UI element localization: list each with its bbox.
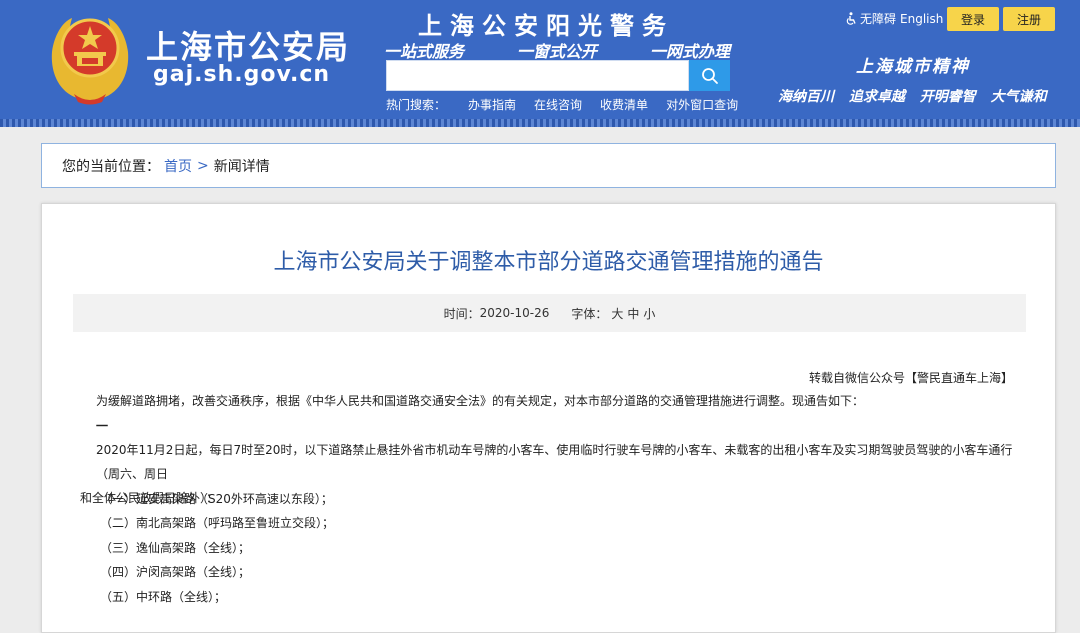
site-header: 上海市公安局 gaj.sh.gov.cn 上海公安阳光警务 一站式服务 一窗式公… [0,0,1080,127]
login-button[interactable]: 登录 [947,7,999,31]
road-item: （一）延安高架路（S20外环高速以东段）； [100,492,333,506]
city-spirit-motto: 海纳百川 追求卓越 开明睿智 大气谦和 [778,86,1057,106]
breadcrumb-separator: > [197,157,209,174]
register-button[interactable]: 注册 [1003,7,1055,31]
road-item: （四）沪闵高架路（全线）； [100,565,251,579]
road-item: （二）南北高架路（呼玛路至鲁班立交段）； [100,516,335,530]
article-title: 上海市公安局关于调整本市部分道路交通管理措施的通告 [273,250,824,275]
article-intro: 为缓解道路拥堵，改善交通秩序，根据《中华人民共和国道路交通安全法》的有关规定，对… [96,394,865,408]
slogan-main: 上海公安阳光警务 [418,11,674,40]
english-link[interactable]: English [900,12,943,26]
motto-item: 海纳百川 [778,89,834,105]
breadcrumb-label: 您的当前位置： [62,158,160,175]
font-size-medium[interactable]: 中 [627,305,639,322]
article-source: 转载自微信公众号【警民直通车上海】 [808,371,1013,385]
motto-item: 大气谦和 [990,89,1047,105]
breadcrumb: 您的当前位置： 首页 > 新闻详情 [41,143,1056,188]
slogan-item: 一窗式公开 [516,42,597,61]
font-size-large[interactable]: 大 [611,305,623,322]
hot-search-bar: 热门搜索： 办事指南 在线咨询 收费清单 对外窗口查询 [386,96,756,113]
motto-item: 追求卓越 [848,89,905,105]
slogan-item: 一网式办理 [649,42,730,61]
search-button[interactable] [689,60,730,91]
site-domain[interactable]: gaj.sh.gov.cn [153,62,330,87]
article-panel: 上海市公安局关于调整本市部分道路交通管理措施的通告 时间： 2020-10-26… [41,203,1056,633]
slogan-sub: 一站式服务 一窗式公开 一网式办理 [384,38,730,62]
breadcrumb-home-link[interactable]: 首页 [164,156,192,176]
hot-link-consult[interactable]: 在线咨询 [534,96,582,113]
article-meta-bar: 时间： 2020-10-26 字体： 大 中 小 [73,294,1026,332]
article-section-marker: 一 [96,419,109,433]
header-tools: 无障碍 English [845,10,955,27]
slogan-item: 一站式服务 [384,42,465,61]
main-line: 2020年11月2日起，每日7时至20时，以下道路禁止悬挂外省市机动车号牌的小客… [96,443,1013,481]
search-icon [701,67,718,84]
road-item: （三）逸仙高架路（全线）； [100,541,251,555]
breadcrumb-current: 新闻详情 [213,158,270,175]
search-input[interactable] [386,60,689,91]
hot-search-label: 热门搜索： [386,98,447,112]
motto-item: 开明睿智 [919,89,976,105]
accessibility-icon [846,12,856,25]
font-size-label: 字体： [571,306,608,321]
time-label: 时间： [443,306,480,321]
accessibility-link[interactable]: 无障碍 [845,10,896,27]
accessibility-label: 无障碍 [860,12,897,26]
publish-date: 2020-10-26 [479,306,550,320]
road-item: （五）中环路（全线）； [100,590,227,604]
font-size-small[interactable]: 小 [643,305,655,322]
national-emblem-icon[interactable] [44,8,136,106]
hot-link-windows[interactable]: 对外窗口查询 [666,96,738,113]
hot-link-guide[interactable]: 办事指南 [468,96,516,113]
city-spirit-title: 上海城市精神 [856,57,970,77]
hot-link-fees[interactable]: 收费清单 [600,96,648,113]
